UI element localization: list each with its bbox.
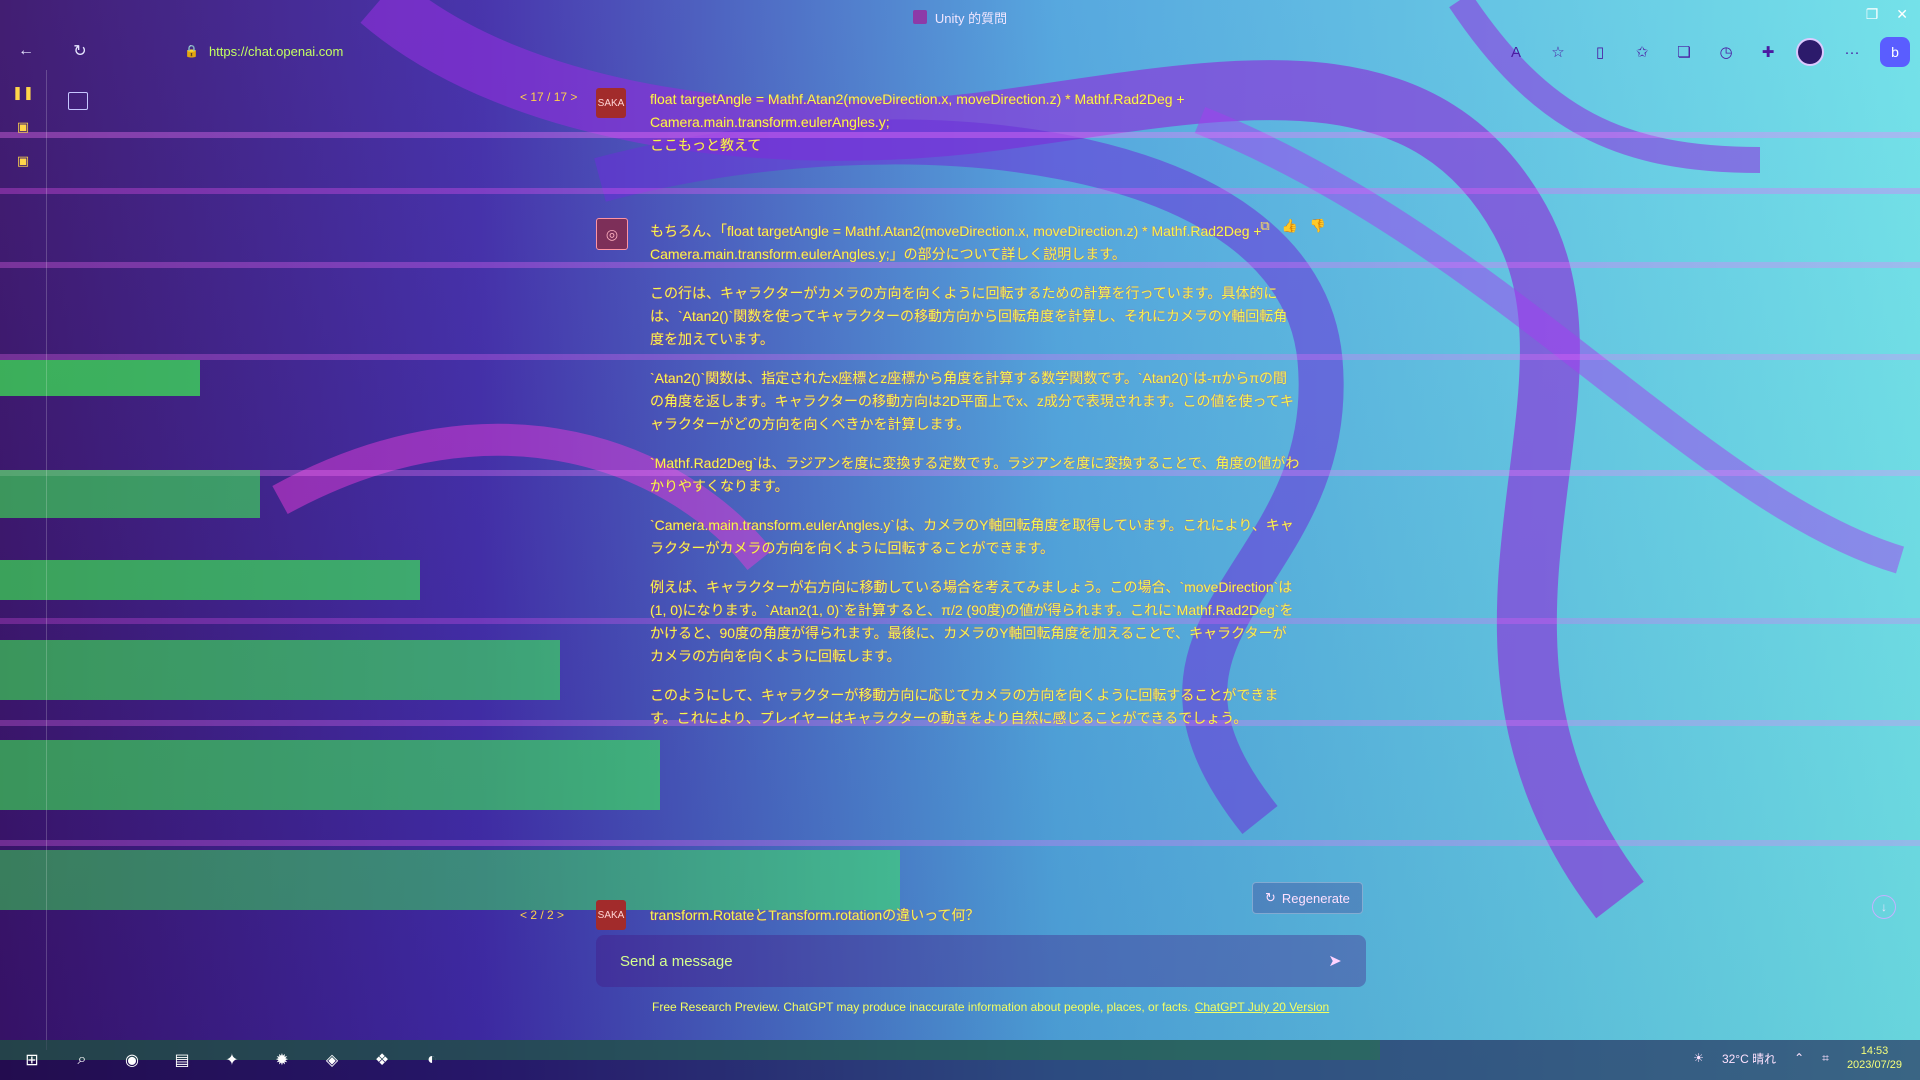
history-icon[interactable]: ◷	[1712, 38, 1740, 66]
user-avatar: SAKA	[596, 900, 626, 930]
app-icon[interactable]: ◈	[314, 1044, 350, 1076]
more-icon[interactable]: ···	[1838, 38, 1866, 66]
collections-icon[interactable]: ❏	[1670, 38, 1698, 66]
split-screen-icon[interactable]: ▯	[1586, 38, 1614, 66]
thumbs-down-icon[interactable]: 👎	[1310, 218, 1326, 234]
message-pager[interactable]: < 17 / 17 >	[520, 90, 577, 104]
tab-favicon-icon[interactable]: ▣	[12, 150, 34, 172]
regenerate-button[interactable]: ↻ Regenerate	[1252, 882, 1363, 914]
copilot-icon[interactable]: b	[1880, 37, 1910, 67]
assistant-message-text: もちろん、「float targetAngle = Mathf.Atan2(mo…	[650, 223, 1300, 726]
message-pager[interactable]: < 2 / 2 >	[520, 908, 564, 922]
message-input[interactable]	[618, 951, 1318, 971]
tray-chevron-icon[interactable]: ⌃	[1794, 1051, 1804, 1065]
weather-text[interactable]: 32°C 晴れ	[1722, 1050, 1776, 1067]
search-icon[interactable]: ⌕	[64, 1044, 100, 1076]
window-controls: ❐ ✕	[1866, 6, 1908, 23]
tab-favicon-icon[interactable]: ▣	[12, 116, 34, 138]
user-message-text: float targetAngle = Mathf.Atan2(moveDire…	[650, 91, 1185, 153]
message-composer: ➤	[596, 935, 1366, 987]
sidebar-toggle-icon[interactable]	[68, 92, 88, 110]
address-url: https://chat.openai.com	[208, 43, 344, 59]
taskbar: ⊞ ⌕ ◉ ▤ ✦ ✹ ◈ ❖ ◐ ☀ 32°C 晴れ ⌃ ⌗ 14:53 20…	[0, 1040, 1920, 1080]
version-link[interactable]: ChatGPT July 20 Version	[1195, 1000, 1330, 1014]
browser-vertical-tabs: ❚❚ ▣ ▣	[0, 70, 47, 1050]
refresh-icon[interactable]: ↻	[66, 37, 94, 65]
app-icon[interactable]: ✹	[264, 1044, 300, 1076]
windows-start-icon[interactable]: ⊞	[14, 1044, 50, 1076]
address-bar[interactable]: 🔒 https://chat.openai.com	[184, 38, 343, 64]
restore-icon[interactable]: ❐	[1866, 6, 1879, 23]
chatgpt-avatar-icon: ◎	[596, 218, 628, 250]
app-icon[interactable]: ◉	[114, 1044, 150, 1076]
favorites-icon[interactable]: ✩	[1628, 38, 1656, 66]
scroll-down-icon[interactable]: ↓	[1872, 895, 1896, 919]
weather-icon[interactable]: ☀	[1693, 1051, 1704, 1065]
read-aloud-icon[interactable]: A	[1502, 38, 1530, 66]
footer-disclaimer: Free Research Preview. ChatGPT may produ…	[652, 1000, 1330, 1014]
message-actions: ⧉ 👍 👎	[1260, 218, 1326, 234]
user-message-text: transform.RotateとTransform.rotationの違いって…	[650, 907, 980, 923]
app-icon[interactable]: ✦	[214, 1044, 250, 1076]
profile-avatar[interactable]	[1796, 38, 1824, 66]
browser-toolbar: ← ↻ 🔒 https://chat.openai.com A ☆ ▯ ✩ ❏ …	[0, 34, 1920, 68]
pause-icon[interactable]: ❚❚	[12, 82, 34, 104]
lock-icon: 🔒	[184, 44, 199, 58]
extensions-icon[interactable]: ✚	[1754, 38, 1782, 66]
user-avatar: SAKA	[596, 88, 626, 118]
favorite-star-icon[interactable]: ☆	[1544, 38, 1572, 66]
system-tray: ☀ 32°C 晴れ ⌃ ⌗ 14:53 2023/07/29	[1693, 1044, 1902, 1072]
page-favicon-icon	[912, 10, 927, 24]
regenerate-icon: ↻	[1265, 890, 1276, 905]
window-title: Unity 的質問	[934, 10, 1008, 26]
app-icon[interactable]: ❖	[364, 1044, 400, 1076]
clock[interactable]: 14:53 2023/07/29	[1847, 1044, 1902, 1072]
back-icon[interactable]: ←	[12, 37, 40, 65]
toolbar-right: A ☆ ▯ ✩ ❏ ◷ ✚ ··· b	[1502, 37, 1910, 67]
send-icon[interactable]: ➤	[1318, 944, 1352, 978]
app-icon[interactable]: ▤	[164, 1044, 200, 1076]
browser-app-icon[interactable]: ◐	[414, 1044, 450, 1076]
close-icon[interactable]: ✕	[1896, 6, 1908, 23]
regenerate-label: Regenerate	[1281, 890, 1350, 906]
network-icon[interactable]: ⌗	[1822, 1051, 1829, 1066]
thumbs-up-icon[interactable]: 👍	[1282, 218, 1298, 234]
window-titlebar: Unity 的質問 ❐ ✕	[0, 0, 1920, 34]
copy-icon[interactable]: ⧉	[1260, 218, 1269, 234]
